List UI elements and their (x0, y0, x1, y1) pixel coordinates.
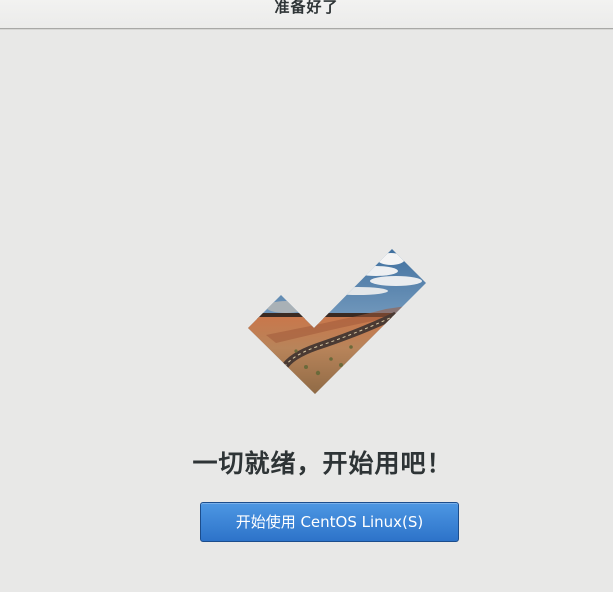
checkmark-landscape-icon (248, 249, 426, 394)
start-using-button[interactable]: 开始使用 CentOS Linux(S) (200, 502, 459, 542)
title-bar: 准备好了 (0, 0, 613, 29)
ready-heading: 一切就绪，开始用吧！ (192, 449, 453, 478)
setup-window: 准备好了 一切就绪，开始用吧！ 开始使用 CentOS Linux(S) (0, 0, 613, 592)
window-title: 准备好了 (274, 0, 339, 16)
